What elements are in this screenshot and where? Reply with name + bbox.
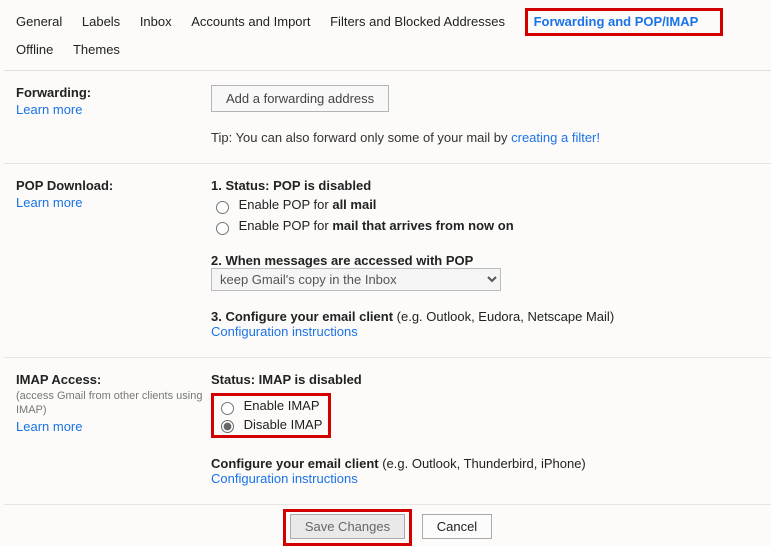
imap-disable-label: Disable IMAP bbox=[244, 417, 323, 432]
pop-download-title: POP Download: bbox=[16, 178, 211, 193]
imap-config-eg: (e.g. Outlook, Thunderbird, iPhone) bbox=[382, 456, 586, 471]
pop-enable-now-radio[interactable] bbox=[216, 222, 229, 235]
settings-tabs: General Labels Inbox Accounts and Import… bbox=[4, 0, 771, 64]
forwarding-learn-more-link[interactable]: Learn more bbox=[16, 102, 82, 117]
pop-enable-all-radio[interactable] bbox=[216, 201, 229, 214]
pop-access-action-select[interactable]: keep Gmail's copy in the Inbox bbox=[211, 268, 501, 291]
pop-download-section: POP Download: Learn more 1. Status: POP … bbox=[4, 164, 771, 358]
pop-step3-eg: (e.g. Outlook, Eudora, Netscape Mail) bbox=[397, 309, 615, 324]
imap-enable-radio[interactable] bbox=[221, 402, 234, 415]
pop-enable-now-bold: mail that arrives from now on bbox=[332, 218, 513, 233]
imap-enable-label: Enable IMAP bbox=[244, 398, 320, 413]
forwarding-section: Forwarding: Learn more Add a forwarding … bbox=[4, 71, 771, 164]
tab-inbox[interactable]: Inbox bbox=[140, 8, 172, 36]
pop-config-instructions-link[interactable]: Configuration instructions bbox=[211, 324, 358, 339]
imap-access-subtitle: (access Gmail from other clients using I… bbox=[16, 389, 211, 417]
tab-themes[interactable]: Themes bbox=[73, 36, 120, 64]
pop-step3-prefix: 3. Configure your email client bbox=[211, 309, 397, 324]
imap-status-label: Status: bbox=[211, 372, 259, 387]
imap-enable-row: Enable IMAP bbox=[216, 398, 322, 415]
tab-forwarding-pop-imap[interactable]: Forwarding and POP/IMAP bbox=[534, 11, 699, 33]
pop-enable-all-bold: all mail bbox=[332, 197, 376, 212]
pop-step2: 2. When messages are accessed with POP k… bbox=[211, 253, 759, 291]
add-forwarding-address-button[interactable]: Add a forwarding address bbox=[211, 85, 389, 112]
settings-footer: Save Changes Cancel bbox=[4, 505, 771, 546]
tab-labels[interactable]: Labels bbox=[82, 8, 120, 36]
pop-step1: 1. Status: POP is disabled Enable POP fo… bbox=[211, 178, 759, 235]
pop-enable-all-prefix: Enable POP for bbox=[239, 197, 333, 212]
tab-offline[interactable]: Offline bbox=[16, 36, 53, 64]
tab-forwarding-highlight: Forwarding and POP/IMAP bbox=[525, 8, 724, 36]
create-filter-link[interactable]: creating a filter! bbox=[511, 130, 600, 145]
imap-options-highlight: Enable IMAP Disable IMAP bbox=[211, 393, 331, 439]
save-changes-button[interactable]: Save Changes bbox=[290, 514, 405, 539]
pop-step2-label: 2. When messages are accessed with POP bbox=[211, 253, 473, 268]
forwarding-tip-text: Tip: You can also forward only some of y… bbox=[211, 130, 511, 145]
save-button-highlight: Save Changes bbox=[283, 509, 412, 546]
pop-option-now-row: Enable POP for mail that arrives from no… bbox=[211, 218, 759, 235]
tab-accounts-import[interactable]: Accounts and Import bbox=[191, 8, 310, 36]
imap-config-prefix: Configure your email client bbox=[211, 456, 382, 471]
imap-config-block: Configure your email client (e.g. Outloo… bbox=[211, 456, 759, 486]
imap-access-title: IMAP Access: bbox=[16, 372, 211, 387]
imap-disable-radio[interactable] bbox=[221, 420, 234, 433]
forwarding-tip: Tip: You can also forward only some of y… bbox=[211, 130, 759, 145]
pop-status-value: POP is disabled bbox=[273, 178, 371, 193]
imap-learn-more-link[interactable]: Learn more bbox=[16, 419, 82, 434]
imap-disable-row: Disable IMAP bbox=[216, 417, 322, 434]
tab-general[interactable]: General bbox=[16, 8, 62, 36]
imap-config-instructions-link[interactable]: Configuration instructions bbox=[211, 471, 358, 486]
imap-access-section: IMAP Access: (access Gmail from other cl… bbox=[4, 358, 771, 506]
pop-step3: 3. Configure your email client (e.g. Out… bbox=[211, 309, 759, 339]
forwarding-title: Forwarding: bbox=[16, 85, 211, 100]
pop-option-all-row: Enable POP for all mail bbox=[211, 197, 759, 214]
pop-enable-now-prefix: Enable POP for bbox=[239, 218, 333, 233]
cancel-button[interactable]: Cancel bbox=[422, 514, 492, 539]
pop-status-label: 1. Status: bbox=[211, 178, 273, 193]
tab-filters-blocked[interactable]: Filters and Blocked Addresses bbox=[330, 8, 505, 36]
imap-status-value: IMAP is disabled bbox=[259, 372, 362, 387]
pop-learn-more-link[interactable]: Learn more bbox=[16, 195, 82, 210]
